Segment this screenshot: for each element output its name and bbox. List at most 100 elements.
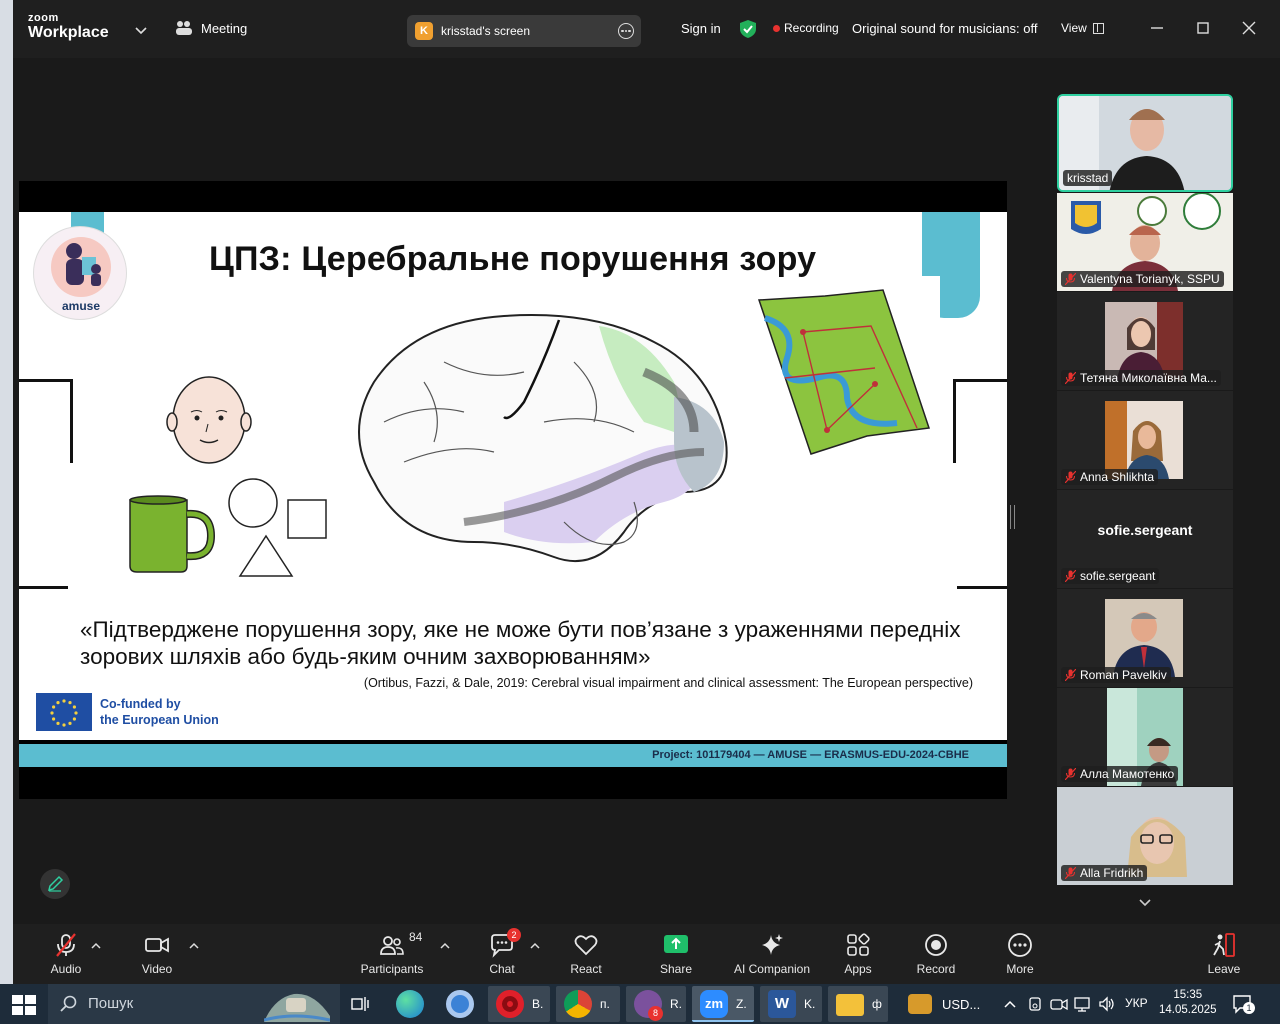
- video-tile[interactable]: Alla Fridrikh: [1057, 787, 1233, 885]
- taskbar-edge[interactable]: [388, 986, 432, 1022]
- video-tile-no-video[interactable]: sofie.sergeant sofie.sergeant: [1057, 490, 1233, 588]
- participant-name-tag: Anna Shlikhta: [1061, 469, 1159, 485]
- screen-share-indicator[interactable]: K krisstad's screen: [407, 15, 641, 47]
- ai-companion-button[interactable]: AI Companion: [731, 932, 813, 976]
- device-icon[interactable]: [1027, 996, 1043, 1012]
- video-label: Video: [141, 962, 173, 976]
- network-icon[interactable]: [1074, 996, 1092, 1012]
- eu-cofunded-badge: Co-funded by the European Union: [36, 693, 219, 731]
- zoom-icon: zm: [700, 990, 728, 1018]
- close-icon[interactable]: [1240, 19, 1258, 37]
- minimize-icon[interactable]: [1148, 19, 1166, 37]
- apps-button[interactable]: Apps: [841, 932, 875, 976]
- chat-options-caret-icon[interactable]: [530, 942, 540, 950]
- record-label: Record: [916, 962, 956, 976]
- zoom-window: zoom Workplace Meeting K krisstad's scre…: [13, 0, 1280, 984]
- video-tile[interactable]: Тетяна Миколаївна Ма...: [1057, 292, 1233, 390]
- taskbar-chromium[interactable]: [438, 986, 482, 1022]
- participants-options-caret-icon[interactable]: [440, 942, 450, 950]
- slide-footer-bar: Project: 101179404 — AMUSE — ERASMUS-EDU…: [19, 744, 1007, 767]
- taskbar-app-label: R.: [670, 997, 682, 1011]
- slide-quote: «Підтверджене порушення зору, яке не мож…: [80, 617, 961, 669]
- leave-icon: [1213, 933, 1235, 957]
- slide-bracket-bottom-right: [957, 586, 1007, 589]
- video-options-caret-icon[interactable]: [189, 942, 199, 950]
- leave-button[interactable]: Leave: [1205, 932, 1243, 976]
- audio-options-caret-icon[interactable]: [91, 942, 101, 950]
- search-highlight-image: [264, 993, 330, 1022]
- more-icon: [1008, 933, 1032, 957]
- taskbar-app-label: Z.: [736, 997, 747, 1011]
- sign-in-link[interactable]: Sign in: [681, 21, 721, 36]
- map-illustration: [757, 289, 930, 455]
- meeting-menu[interactable]: Meeting: [175, 20, 247, 36]
- shared-screen[interactable]: amuse ЦПЗ: Церебральне порушення зору «П…: [19, 181, 1007, 799]
- green-mug-illustration: [129, 495, 216, 573]
- chat-unread-badge: 2: [507, 928, 521, 942]
- chat-button[interactable]: 2 Chat: [485, 928, 521, 976]
- windows-taskbar: Пошук B. п. 8 R. zm Z. W K. ф USD... УКР: [0, 984, 1280, 1024]
- video-tile[interactable]: Roman Pavelkiv: [1057, 589, 1233, 687]
- maximize-icon[interactable]: [1194, 19, 1212, 37]
- eu-flag-icon: [36, 693, 92, 731]
- participant-name: Anna Shlikhta: [1080, 470, 1155, 484]
- audio-label: Audio: [50, 962, 82, 976]
- participant-name-tag: Roman Pavelkiv: [1061, 667, 1171, 683]
- participant-name: krisstad: [1067, 171, 1109, 185]
- show-hidden-icons-icon[interactable]: [1004, 999, 1016, 1009]
- title-bar: zoom Workplace Meeting K krisstad's scre…: [13, 0, 1280, 58]
- slide-bracket-bottom-left: [19, 586, 68, 589]
- audio-button[interactable]: Audio: [46, 932, 86, 976]
- taskbar-chrome[interactable]: п.: [556, 986, 620, 1022]
- windows-start-icon[interactable]: [12, 995, 36, 1015]
- more-button[interactable]: More: [1003, 932, 1037, 976]
- security-shield-icon[interactable]: [739, 19, 757, 39]
- heart-icon: [574, 935, 598, 956]
- taskbar-word[interactable]: W K.: [760, 986, 822, 1022]
- mic-muted-icon: [1065, 669, 1076, 681]
- participants-label: Participants: [360, 962, 424, 976]
- currency-icon: [908, 994, 932, 1014]
- participant-name-tag: Алла Мамотенко: [1061, 766, 1179, 782]
- volume-icon[interactable]: [1098, 996, 1116, 1012]
- annotate-button[interactable]: [40, 869, 70, 899]
- taskbar-search-box[interactable]: Пошук: [48, 984, 340, 1024]
- project-id-label: Project: 101179404 — AMUSE — ERASMUS-EDU…: [652, 749, 969, 761]
- original-sound-status[interactable]: Original sound for musicians: off: [852, 21, 1037, 36]
- taskbar-app-label: K.: [804, 997, 816, 1011]
- share-button[interactable]: Share: [657, 932, 695, 976]
- view-menu[interactable]: View: [1061, 21, 1104, 35]
- react-button[interactable]: React: [567, 932, 605, 976]
- scroll-down-chevron-icon[interactable]: [1137, 894, 1153, 910]
- chevron-down-icon[interactable]: [133, 22, 149, 38]
- more-options-icon[interactable]: [618, 23, 634, 39]
- taskbar-explorer[interactable]: ф: [828, 986, 888, 1022]
- mic-muted-icon: [1065, 273, 1076, 285]
- meet-now-icon[interactable]: [1050, 996, 1068, 1012]
- more-label: More: [1006, 962, 1034, 976]
- taskbar-clock[interactable]: 15:35 14.05.2025: [1159, 988, 1217, 1018]
- video-tile-active-speaker[interactable]: krisstad: [1057, 94, 1233, 192]
- participants-button[interactable]: 84 Participants: [359, 930, 425, 976]
- shapes-illustration: [228, 478, 327, 577]
- zoom-workplace-logo[interactable]: zoom Workplace: [28, 13, 109, 41]
- video-button[interactable]: Video: [137, 932, 177, 976]
- taskbar-opera[interactable]: B.: [488, 986, 550, 1022]
- input-language[interactable]: УКР: [1125, 996, 1148, 1010]
- task-view-icon[interactable]: [351, 996, 369, 1012]
- mic-muted-icon: [1065, 768, 1076, 780]
- video-tile[interactable]: Алла Мамотенко: [1057, 688, 1233, 786]
- video-tile[interactable]: Anna Shlikhta: [1057, 391, 1233, 489]
- video-tile[interactable]: Valentyna Torianyk, SSPU: [1057, 193, 1233, 291]
- pencil-icon: [47, 875, 64, 892]
- slide-title: ЦПЗ: Церебральне порушення зору: [209, 240, 817, 278]
- taskbar-viber[interactable]: 8 R.: [626, 986, 686, 1022]
- taskbar-currency-widget[interactable]: USD...: [900, 986, 990, 1022]
- participant-name: Алла Мамотенко: [1080, 767, 1175, 781]
- taskbar-zoom[interactable]: zm Z.: [692, 986, 754, 1022]
- record-button[interactable]: Record: [916, 932, 956, 976]
- panel-resize-handle[interactable]: [1010, 505, 1015, 529]
- action-center-button[interactable]: 1: [1232, 994, 1255, 1014]
- brand-bottom-label: Workplace: [28, 24, 109, 41]
- recording-indicator[interactable]: Recording: [773, 21, 839, 35]
